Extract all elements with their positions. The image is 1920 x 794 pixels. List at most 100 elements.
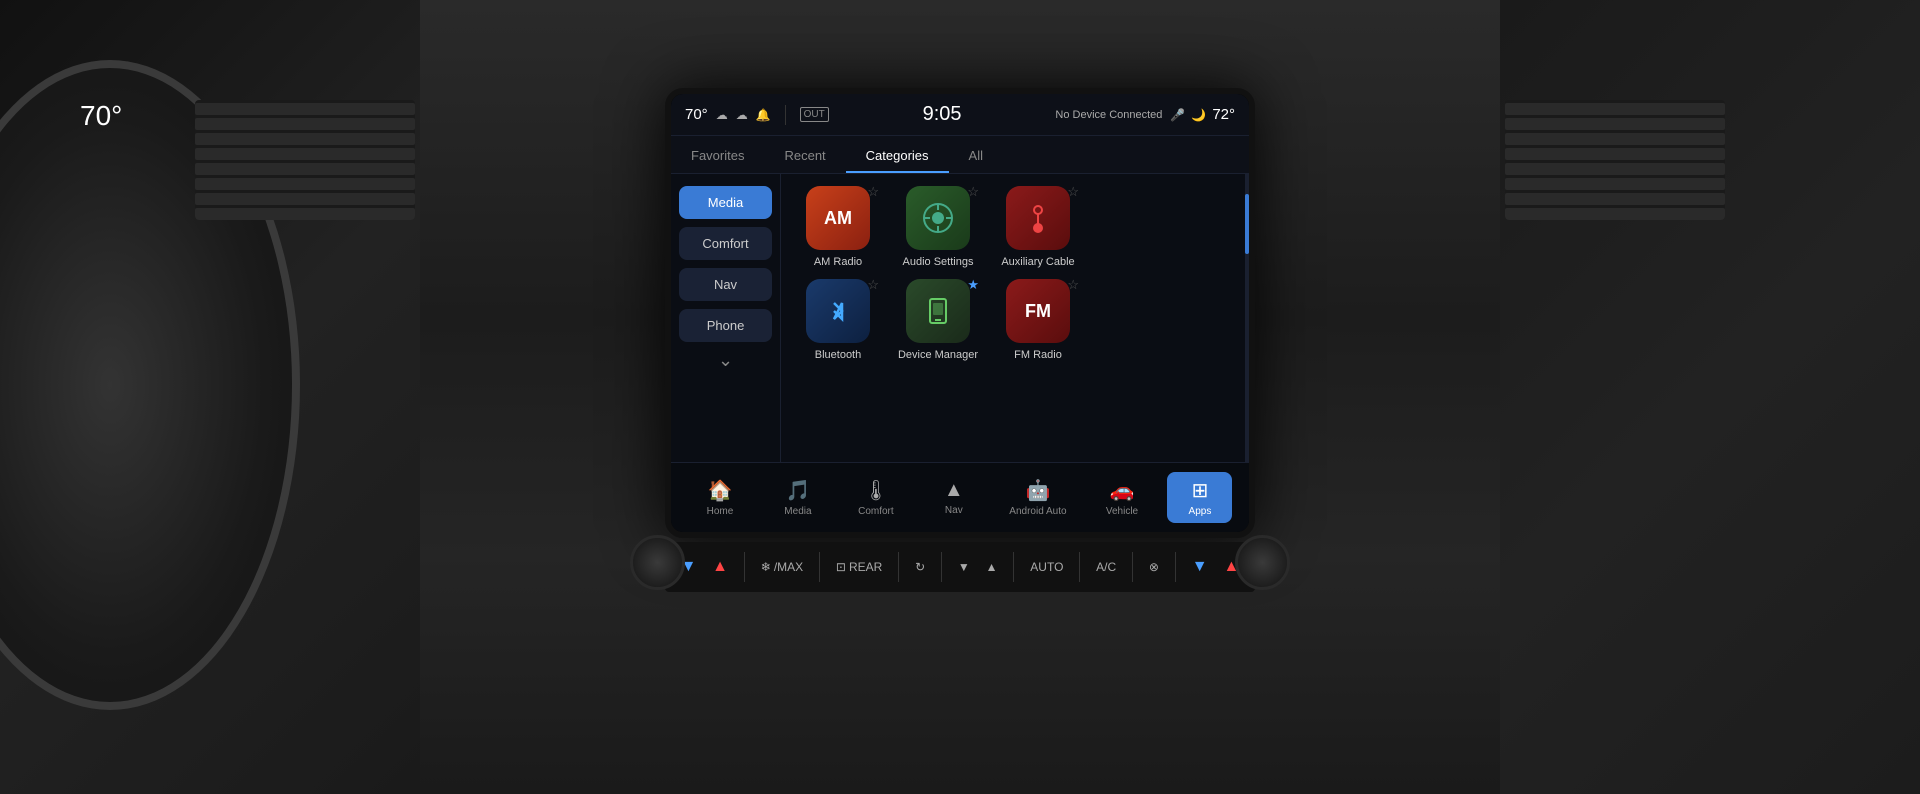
hvac-controls-bar: ▼ ▲ ❄ /MAX ⊡ REAR ↻ ▼ ▲ AUTO A/C ⊗ ▼ ▲ (665, 542, 1255, 592)
ctrl-divider-3 (898, 552, 899, 582)
app-audio-settings[interactable]: ☆ Audio Settings (893, 186, 983, 269)
app-bluetooth[interactable]: ☆ Bluetooth (793, 279, 883, 362)
ac-button[interactable]: A/C (1096, 560, 1116, 574)
media-label: Media (784, 506, 811, 517)
media-icon: 🎵 (785, 478, 810, 503)
comfort-icon: 🌡 (863, 478, 888, 503)
am-radio-label: AM Radio (814, 255, 862, 269)
android-auto-icon: 🤖 (1025, 478, 1050, 503)
sidebar-item-nav[interactable]: Nav (679, 268, 772, 301)
temp-up-arrow[interactable]: ▲ (712, 558, 728, 576)
app-am-radio[interactable]: ☆ AM AM Radio (793, 186, 883, 269)
recirculate-icon: ↻ (915, 560, 925, 574)
taskbar-nav[interactable]: ▲ Nav (921, 473, 986, 522)
cloud-icon: ☁ (736, 108, 748, 122)
audio-settings-icon (906, 186, 970, 250)
right-vent (1505, 100, 1725, 220)
taskbar: 🏠 Home 🎵 Media 🌡 Comfort ▲ Nav 🤖 Android… (671, 462, 1249, 532)
tab-all[interactable]: All (949, 140, 1003, 173)
rear-defrost-button[interactable]: ⊡ REAR (836, 560, 882, 574)
ctrl-divider-8 (1175, 552, 1176, 582)
taskbar-comfort[interactable]: 🌡 Comfort (843, 472, 908, 523)
status-bar: 70° ☁ ☁ 🔔 OUT 9:05 No Device Connected 🎤… (671, 94, 1249, 136)
tab-categories[interactable]: Categories (846, 140, 949, 173)
audio-settings-label: Audio Settings (903, 255, 974, 269)
taskbar-media[interactable]: 🎵 Media (765, 472, 830, 523)
taskbar-apps[interactable]: ⊞ Apps (1167, 472, 1232, 523)
bluetooth-label: Bluetooth (815, 348, 861, 362)
screen-display: 70° ☁ ☁ 🔔 OUT 9:05 No Device Connected 🎤… (671, 94, 1249, 532)
am-radio-star[interactable]: ☆ (867, 184, 879, 200)
taskbar-home[interactable]: 🏠 Home (687, 472, 752, 523)
left-temperature-knob[interactable] (630, 535, 685, 590)
temp-right-down[interactable]: ▼ (1192, 558, 1208, 576)
bluetooth-icon (806, 279, 870, 343)
app-fm-radio[interactable]: ☆ FM FM Radio (993, 279, 1083, 362)
fan-down-button[interactable]: ▼ (958, 560, 970, 574)
defrost-button[interactable]: ⊗ (1149, 560, 1159, 574)
exterior-temp-left: 70° (80, 100, 122, 132)
fan-up-button[interactable]: ▲ (986, 560, 998, 574)
max-ac-button[interactable]: ❄ /MAX (761, 560, 803, 574)
fm-radio-label: FM Radio (1014, 348, 1062, 362)
rear-label: REAR (849, 560, 882, 574)
nav-tabs: Favorites Recent Categories All (671, 136, 1249, 174)
comfort-label: Comfort (858, 506, 894, 517)
apps-label: Apps (1189, 506, 1212, 517)
vehicle-icon: 🚗 (1110, 478, 1135, 503)
status-divider-1 (785, 105, 786, 125)
app-device-manager[interactable]: ★ Device Manager (893, 279, 983, 362)
device-manager-star[interactable]: ★ (967, 277, 979, 293)
outside-temp: 70° (685, 106, 708, 123)
ctrl-divider-1 (744, 552, 745, 582)
current-time: 9:05 (837, 103, 1048, 126)
aux-cable-star[interactable]: ☆ (1067, 184, 1079, 200)
vehicle-label: Vehicle (1106, 506, 1138, 517)
moon-icon: 🌙 (1191, 108, 1206, 122)
fm-radio-star[interactable]: ☆ (1067, 277, 1079, 293)
rear-icon: ⊡ (836, 560, 846, 574)
ac-label: A/C (1096, 560, 1116, 574)
ctrl-divider-5 (1013, 552, 1014, 582)
ctrl-divider-6 (1079, 552, 1080, 582)
aux-cable-label: Auxiliary Cable (1001, 255, 1074, 269)
app-auxiliary-cable[interactable]: ☆ Auxiliary Cable (993, 186, 1083, 269)
sidebar-item-phone[interactable]: Phone (679, 309, 772, 342)
sidebar-item-comfort[interactable]: Comfort (679, 227, 772, 260)
main-content-area: Media Comfort Nav Phone ⌄ ☆ AM AM Radio … (671, 174, 1249, 462)
home-label: Home (707, 506, 734, 517)
recirculate-button[interactable]: ↻ (915, 560, 925, 574)
ctrl-divider-4 (941, 552, 942, 582)
scroll-bar[interactable] (1245, 174, 1249, 462)
sidebar-item-media[interactable]: Media (679, 186, 772, 219)
taskbar-android-auto[interactable]: 🤖 Android Auto (999, 472, 1076, 523)
taskbar-vehicle[interactable]: 🚗 Vehicle (1090, 472, 1155, 523)
inside-temp: 72° (1212, 106, 1235, 123)
right-temperature-knob[interactable] (1235, 535, 1290, 590)
bluetooth-star[interactable]: ☆ (867, 277, 879, 293)
scroll-thumb (1245, 194, 1249, 254)
home-icon: 🏠 (708, 478, 733, 503)
auto-label: AUTO (1030, 560, 1063, 574)
aux-cable-icon (1006, 186, 1070, 250)
microphone-icon: 🎤 (1170, 108, 1185, 122)
category-sidebar: Media Comfort Nav Phone ⌄ (671, 174, 781, 462)
fm-radio-icon: FM (1006, 279, 1070, 343)
apps-grid-icon: ⊞ (1192, 478, 1209, 503)
max-label: /MAX (774, 560, 803, 574)
nav-icon: ▲ (944, 479, 964, 502)
out-label: OUT (800, 107, 829, 122)
auto-button[interactable]: AUTO (1030, 560, 1063, 574)
device-manager-label: Device Manager (898, 348, 978, 362)
apps-grid: ☆ AM AM Radio ☆ (781, 174, 1245, 462)
nav-label: Nav (945, 505, 963, 516)
weather-icon: ☁ (716, 108, 728, 122)
status-right-icons: 🎤 🌙 72° (1170, 106, 1235, 123)
device-manager-icon (906, 279, 970, 343)
snowflake-icon: ❄ (761, 560, 771, 574)
sidebar-more-icon[interactable]: ⌄ (679, 350, 772, 371)
tab-favorites[interactable]: Favorites (671, 140, 764, 173)
audio-settings-star[interactable]: ☆ (967, 184, 979, 200)
apps-row-2: ☆ Bluetooth ★ (793, 279, 1233, 362)
tab-recent[interactable]: Recent (764, 140, 845, 173)
